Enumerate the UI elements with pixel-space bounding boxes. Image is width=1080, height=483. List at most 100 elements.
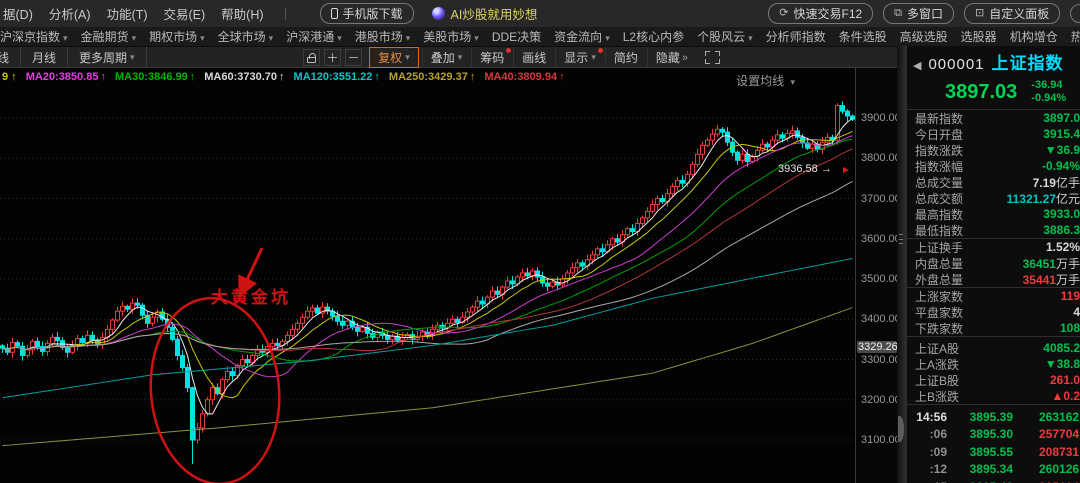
tick-row: :063895.30257704 [907, 426, 1080, 444]
stat-number: 108 [1060, 321, 1080, 335]
axis-tick: 3200.00 [861, 394, 901, 406]
tool-叠加[interactable]: 叠加▾ [422, 47, 472, 68]
toolbar-right-group: ＋ － 复权▾叠加▾筹码画线显示▾简约隐藏» [303, 48, 720, 67]
stat-value: 11321.27亿元 [1007, 190, 1080, 207]
tick-volume: 257704 [1039, 427, 1079, 441]
ma-values-row: 9 ↑MA20:3850.85↑MA30:3846.99↑MA60:3730.7… [2, 71, 565, 83]
period-fragment[interactable]: 线 [0, 47, 21, 68]
nav-label: 沪深京指数 [0, 30, 60, 44]
nav-item-港股市场[interactable]: 港股市场▾ [346, 28, 420, 45]
nav-label: DDE决策 [492, 30, 541, 44]
candlestick-canvas[interactable] [0, 68, 855, 483]
nav-item-个股风云[interactable]: 个股风云▾ [688, 28, 762, 45]
nav-item-选股器[interactable]: 选股器 [952, 28, 1006, 45]
nav-item-全球市场[interactable]: 全球市场▾ [209, 28, 283, 45]
stock-name: 上证指数 [992, 49, 1064, 74]
stat-value: 119 [1061, 289, 1080, 303]
axis-tick: 3100.00 [861, 434, 901, 446]
panel-splitter[interactable] [897, 46, 906, 483]
notification-dot-icon [506, 48, 511, 53]
splitter-grip-icon[interactable] [899, 234, 903, 244]
chevron-down-icon: ▾ [458, 52, 463, 63]
period-label: 月线 [32, 49, 56, 66]
pill-clock[interactable]: ⟳快速交易F12 [768, 3, 873, 24]
lock-icon[interactable] [303, 49, 320, 66]
menubar: 据(D) 分析(A) 功能(T) 交易(E) 帮助(H) 手机版下载 AI炒股就… [0, 0, 1080, 27]
tool-简约[interactable]: 简约 [605, 47, 647, 68]
chevron-down-icon: ▾ [406, 33, 411, 43]
tool-复权[interactable]: 复权▾ [369, 47, 419, 68]
stat-row: 最低指数3886.3 [907, 222, 1080, 238]
nav-item-高级选股[interactable]: 高级选股 [891, 28, 957, 45]
zoom-out-button[interactable]: － [345, 49, 362, 66]
tool-显示[interactable]: 显示▾ [555, 47, 605, 68]
menu-data[interactable]: 据(D) [0, 4, 42, 23]
quote-header: ◀ 000001 上证指数 [907, 46, 1080, 74]
pill-panel[interactable]: ⊡自定义面板 [964, 3, 1060, 24]
price-change: -36.94 [1031, 79, 1066, 92]
stat-row: 上涨家数 119 [907, 288, 1080, 304]
tool-筹码[interactable]: 筹码 [471, 47, 513, 68]
panel-label: 自定义面板 [989, 5, 1049, 22]
price-change-pct: -0.94% [1031, 92, 1066, 105]
nav-item-金融期货[interactable]: 金融期货▾ [72, 28, 146, 45]
stat-label: 上涨家数 [915, 288, 963, 305]
nav-item-热点追击[interactable]: 热点追击 [1062, 28, 1080, 45]
stat-label: 上B涨跌 [915, 388, 959, 405]
ma-label: MA120:3551.22↑ [294, 71, 380, 83]
period-更多周期[interactable]: 更多周期▾ [68, 47, 147, 68]
nav-item-机构增仓[interactable]: 机构增仓 [1001, 28, 1067, 45]
stat-unit: 万手 [1056, 273, 1080, 287]
ma-label: MA250:3429.37↑ [389, 71, 475, 83]
nav-item-条件选股[interactable]: 条件选股 [830, 28, 896, 45]
tool-隐藏[interactable]: 隐藏» [647, 47, 697, 68]
period-月线[interactable]: 月线 [21, 47, 68, 68]
up-arrow-icon: ↑ [470, 71, 476, 83]
pill-multi-window[interactable]: ⧉多窗口 [883, 3, 954, 24]
ai-promo-button[interactable]: AI炒股就用妙想 [432, 4, 538, 23]
notification-dot-icon [598, 48, 603, 53]
nav-item-期权市场[interactable]: 期权市场▾ [140, 28, 214, 45]
quote-panel: ◀ 000001 上证指数 3897.03 -36.94 -0.94% 最新指数… [906, 46, 1080, 483]
nav-item-L2核心内参[interactable]: L2核心内参 [614, 28, 693, 45]
stat-label: 上A涨跌 [915, 356, 959, 373]
stats-section: 最新指数3897.0今日开盘3915.4指数涨跌▼36.9指数涨幅-0.94%总… [907, 109, 1080, 238]
nav-item-沪深港通[interactable]: 沪深港通▾ [277, 28, 351, 45]
stat-row: 今日开盘3915.4 [907, 126, 1080, 142]
ma-settings-button[interactable]: 设置均线 ▾ [736, 72, 795, 89]
menu-analysis[interactable]: 分析(A) [40, 4, 100, 23]
chevron-down-icon: ▾ [269, 33, 274, 43]
user-account-button[interactable]: Ω [1070, 4, 1080, 23]
stat-row: 总成交量7.19亿手 [907, 174, 1080, 190]
tick-row: :123895.34260126 [907, 461, 1080, 479]
tick-list: 14:563895.39263162:063895.30257704:09389… [907, 404, 1080, 483]
nav-item-分析师指数[interactable]: 分析师指数 [757, 28, 835, 45]
menu-help[interactable]: 帮助(H) [212, 4, 272, 23]
nav-item-DDE决策[interactable]: DDE决策 [483, 28, 550, 45]
stat-label: 总成交量 [915, 174, 963, 191]
chevron-down-icon: ▾ [474, 33, 479, 43]
axis-tick: 3400.00 [861, 313, 901, 325]
last-close-tag: 3329.26 [857, 341, 897, 353]
tool-画线[interactable]: 画线 [513, 47, 555, 68]
stat-label: 上证换手 [915, 239, 963, 256]
nav-item-沪深京指数[interactable]: 沪深京指数▾ [0, 28, 77, 45]
market-nav: 沪深京指数▾金融期货▾期权市场▾全球市场▾沪深港通▾港股市场▾美股市场▾DDE决… [0, 27, 1080, 46]
mobile-download-button[interactable]: 手机版下载 [320, 3, 414, 24]
stat-row: 上证换手1.52% [907, 239, 1080, 255]
nav-label: 港股市场 [355, 30, 403, 44]
tick-row: :153895.43225104 [907, 478, 1080, 483]
nav-item-资金流向[interactable]: 资金流向▾ [545, 28, 619, 45]
recent-high-label: 3936.58 → [778, 163, 832, 175]
stat-label: 内盘总量 [915, 255, 963, 272]
menu-trade[interactable]: 交易(E) [155, 4, 215, 23]
splitter-collapse-icon[interactable] [898, 416, 904, 442]
menu-function[interactable]: 功能(T) [98, 4, 157, 23]
nav-item-美股市场[interactable]: 美股市场▾ [414, 28, 488, 45]
axis-tick: 3900.00 [861, 112, 901, 124]
fullscreen-icon[interactable] [705, 51, 720, 64]
back-arrow-icon[interactable]: ◀ [913, 59, 921, 72]
kline-chart[interactable]: 9 ↑MA20:3850.85↑MA30:3846.99↑MA60:3730.7… [0, 68, 855, 483]
zoom-in-button[interactable]: ＋ [324, 49, 341, 66]
stat-value: 108 [1060, 321, 1080, 335]
